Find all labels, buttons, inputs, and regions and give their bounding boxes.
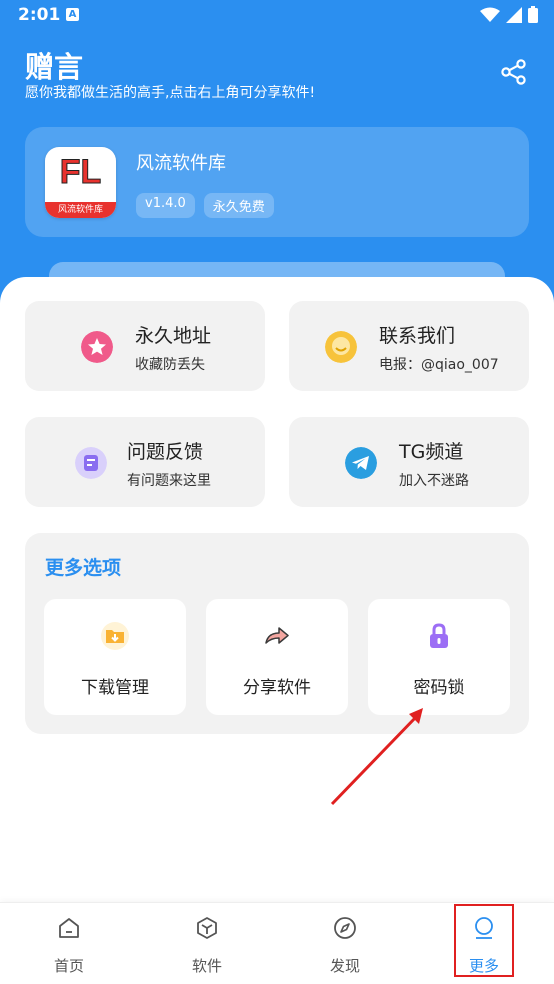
page-subtitle: 愿你我都做生活的高手,点击右上角可分享软件!	[25, 85, 316, 101]
password-lock-button[interactable]: 密码锁	[368, 599, 510, 715]
more-options-panel: 更多选项 下载管理 分享软件 密码锁	[25, 533, 529, 734]
status-time: 2:01	[18, 5, 61, 25]
lock-icon	[430, 623, 448, 648]
more-options-title: 更多选项	[45, 557, 122, 579]
cell-signal-icon	[506, 6, 522, 23]
feedback-card[interactable]: 问题反馈 有问题来这里	[25, 417, 265, 507]
permanent-address-card[interactable]: 永久地址 收藏防丢失	[25, 301, 265, 391]
option-label: 分享软件	[243, 678, 311, 698]
battery-icon	[528, 6, 538, 23]
app-logo-text: FL	[59, 153, 102, 192]
app-info-card: FL 风流软件库 风流软件库 v1.4.0 永久免费	[25, 127, 529, 237]
highlight-box	[454, 904, 514, 977]
option-label: 下载管理	[81, 678, 149, 698]
card-subtitle: 收藏防丢失	[135, 357, 205, 373]
card-title: 问题反馈	[127, 441, 204, 463]
home-icon	[59, 918, 79, 938]
tab-software[interactable]: 软件	[138, 903, 276, 984]
card-subtitle: 电报：@qiao_007	[379, 357, 499, 373]
page-title: 赠言	[25, 50, 84, 84]
option-label: 密码锁	[413, 678, 465, 698]
status-icons	[480, 6, 538, 23]
tab-discover[interactable]: 发现	[276, 903, 414, 984]
notification-icon: A	[66, 8, 79, 21]
version-badge: v1.4.0	[136, 193, 195, 218]
share-software-button[interactable]: 分享软件	[206, 599, 348, 715]
app-badges: v1.4.0 永久免费	[136, 193, 274, 218]
share-icon[interactable]	[500, 58, 528, 86]
free-badge: 永久免费	[203, 193, 274, 218]
wifi-icon	[480, 7, 500, 22]
chat-icon	[325, 331, 357, 363]
app-logo: FL 风流软件库	[45, 147, 116, 218]
card-title: 联系我们	[379, 325, 456, 347]
annotation-arrow	[330, 708, 423, 806]
download-folder-icon	[101, 622, 129, 650]
card-title: 永久地址	[135, 325, 212, 347]
app-logo-band: 风流软件库	[45, 202, 116, 218]
box-icon	[197, 917, 217, 939]
download-manager-button[interactable]: 下载管理	[44, 599, 186, 715]
share-arrow-icon	[265, 627, 289, 644]
tg-channel-card[interactable]: TG频道 加入不迷路	[289, 417, 529, 507]
compass-icon	[334, 917, 356, 939]
card-subtitle: 加入不迷路	[399, 473, 469, 489]
card-subtitle: 有问题来这里	[127, 473, 211, 489]
status-bar: 2:01 A	[0, 0, 554, 30]
star-icon	[81, 331, 113, 363]
tab-home[interactable]: 首页	[0, 903, 138, 984]
card-title: TG频道	[399, 441, 464, 463]
contact-us-card[interactable]: 联系我们 电报：@qiao_007	[289, 301, 529, 391]
tab-label: 发现	[329, 957, 360, 975]
tab-label: 首页	[53, 957, 84, 975]
tab-label: 软件	[191, 957, 222, 975]
feedback-icon	[75, 447, 107, 479]
app-name: 风流软件库	[136, 153, 226, 174]
telegram-icon	[345, 447, 377, 479]
